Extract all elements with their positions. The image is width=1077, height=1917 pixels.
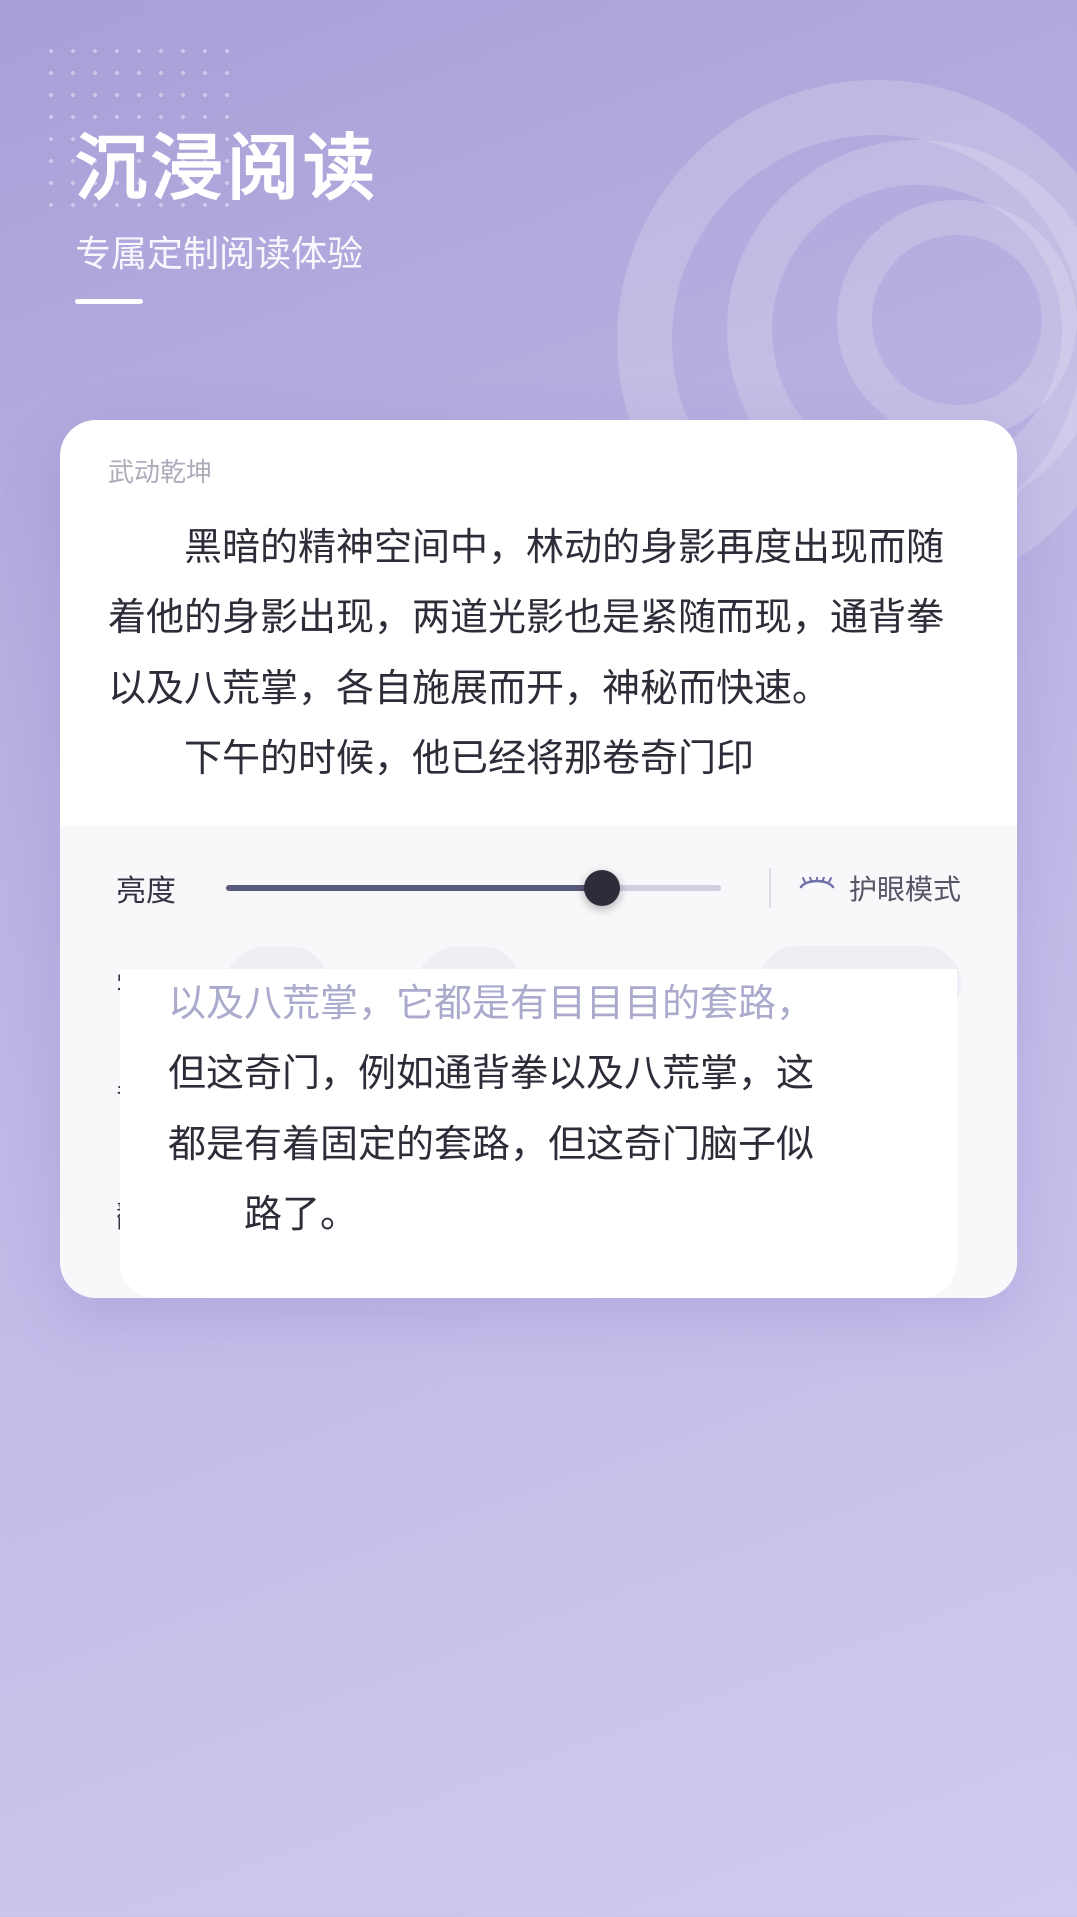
book-title: 武动乾坤 <box>108 457 212 487</box>
content-paragraph-1: 黑暗的精神空间中，林动的身影再度出现而随着他的身影出现，两道光影也是紧随而现，通… <box>108 513 969 724</box>
header: 沉浸阅读 专属定制阅读体验 <box>75 130 379 304</box>
book-title-bar: 武动乾坤 <box>60 420 1017 489</box>
brightness-label: 亮度 <box>116 866 206 910</box>
slider-fill <box>226 885 602 891</box>
content-paragraph-2: 下午的时候，他已经将那卷奇门印 <box>108 724 969 794</box>
reading-content-upper: 黑暗的精神空间中，林动的身影再度出现而随着他的身影出现，两道光影也是紧随而现，通… <box>60 489 1017 826</box>
slider-thumb[interactable] <box>584 870 620 906</box>
brightness-row: 亮度 护眼模式 <box>116 866 961 910</box>
eye-mode-toggle[interactable]: 护眼模式 <box>799 868 961 908</box>
reader-card: 武动乾坤 黑暗的精神空间中，林动的身影再度出现而随着他的身影出现，两道光影也是紧… <box>60 420 1017 1298</box>
page-subtitle: 专属定制阅读体验 <box>75 225 379 277</box>
eye-mode-label: 护眼模式 <box>849 868 961 908</box>
brightness-slider[interactable] <box>226 885 721 891</box>
settings-divider <box>769 868 771 908</box>
bg-decoration-circle-3 <box>837 200 1077 440</box>
lower-faded-text: 以及八荒掌，它都是有目目目的套路， <box>168 969 909 1039</box>
lower-para-3: 路了。 <box>168 1180 909 1250</box>
lower-para-2: 都是有着固定的套路，但这奇门脑子似 <box>168 1110 909 1180</box>
reading-content-lower: 以及八荒掌，它都是有目目目的套路， 但这奇门，例如通背拳以及八荒掌，这 都是有着… <box>120 969 957 1298</box>
eye-icon <box>799 871 835 905</box>
page-title: 沉浸阅读 <box>75 130 379 209</box>
lower-para-1: 但这奇门，例如通背拳以及八荒掌，这 <box>168 1039 909 1109</box>
header-divider <box>75 299 143 304</box>
